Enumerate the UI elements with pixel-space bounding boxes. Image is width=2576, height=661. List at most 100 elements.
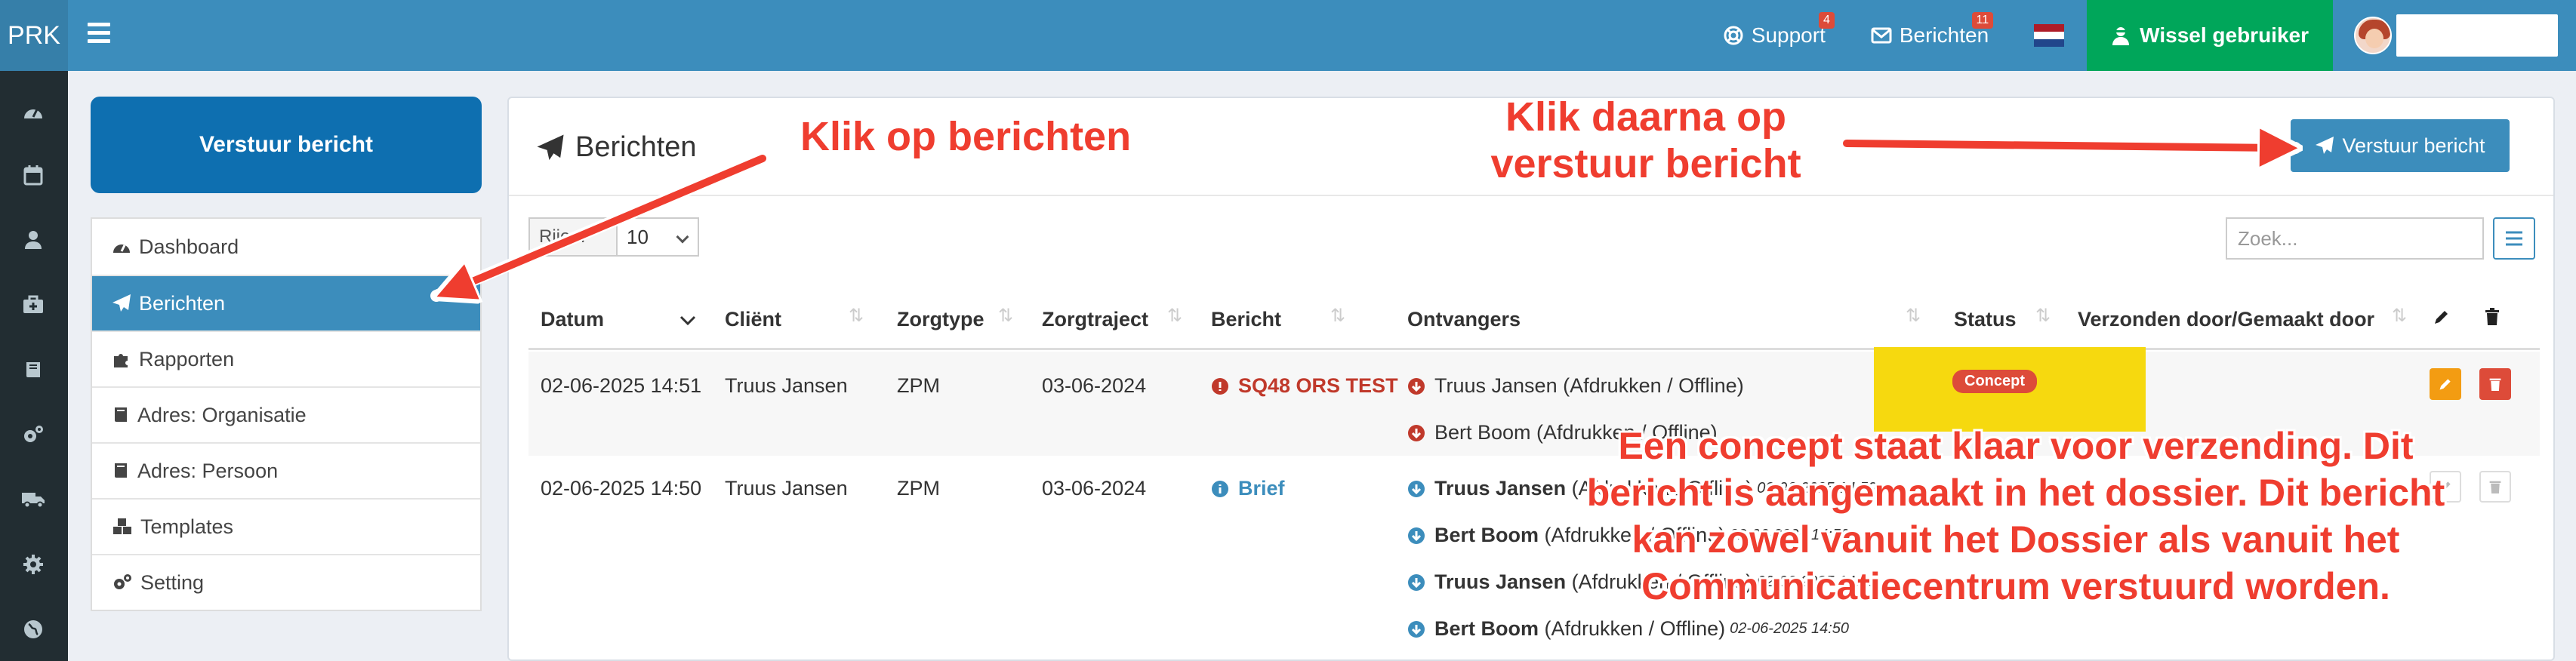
sidebar-menu: Dashboard Berichten Rapporten Adres: Org… — [91, 217, 482, 611]
messages-badge: 11 — [1971, 12, 1994, 29]
bericht-title: SQ48 ORS TEST — [1238, 374, 1398, 397]
column-header-zorgtraject[interactable]: Zorgtraject — [1042, 308, 1148, 331]
recipient-channel: (Afdrukken / Offline) — [1544, 617, 1726, 640]
calendar-icon[interactable] — [17, 158, 50, 192]
book-icon[interactable] — [17, 353, 50, 386]
arrow-down-circle-icon — [1408, 377, 1425, 395]
language-flag[interactable] — [2011, 0, 2087, 71]
cell-zorgtype: ZPM — [897, 477, 940, 500]
page-title-text: Berichten — [575, 131, 697, 163]
chevron-down-icon[interactable] — [679, 308, 696, 331]
cell-zorgtype: ZPM — [897, 374, 940, 397]
icon-sidebar — [0, 71, 68, 661]
cell-zorgtraject: 03-06-2024 — [1042, 477, 1147, 500]
rows-per-page-select[interactable]: 10 — [616, 217, 699, 257]
truck-icon[interactable] — [17, 483, 50, 516]
dashboard-icon[interactable] — [17, 95, 50, 128]
sidebar-item-label: Rapporten — [139, 347, 235, 370]
arrow-down-circle-icon — [1408, 620, 1425, 638]
edit-button[interactable] — [2430, 368, 2461, 400]
cogs-icon — [114, 574, 131, 589]
lifebuoy-icon — [1724, 26, 1743, 45]
top-navbar: PRK Support 4 Berichten 11 Wissel gebrui… — [0, 0, 2576, 71]
puzzle-icon — [114, 354, 128, 367]
menu-toggle-icon[interactable] — [88, 23, 110, 48]
messages-link[interactable]: Berichten 11 — [1848, 0, 2011, 71]
column-header-client[interactable]: Cliënt — [725, 308, 781, 331]
sidebar-item-setting[interactable]: Setting — [92, 554, 480, 610]
column-header-datum[interactable]: Datum — [541, 308, 604, 331]
sort-icon[interactable]: ⇅ — [2035, 305, 2051, 327]
support-label: Support — [1751, 23, 1826, 47]
sidebar-item-berichten[interactable]: Berichten — [92, 275, 480, 330]
send-message-big-button[interactable]: Verstuur bericht — [91, 97, 482, 193]
column-header-verzonden-door[interactable]: Verzonden door/Gemaakt door — [2078, 308, 2374, 331]
sort-icon[interactable]: ⇅ — [1330, 305, 1345, 327]
sidebar-item-dashboard[interactable]: Dashboard — [92, 219, 480, 275]
annotation-line: verstuur bericht — [1490, 141, 1801, 186]
gear-icon[interactable] — [17, 548, 50, 581]
brand-logo[interactable]: PRK — [0, 0, 68, 71]
delete-button[interactable] — [2479, 368, 2511, 400]
switch-user-button[interactable]: Wissel gebruiker — [2087, 0, 2333, 71]
column-header-ontvangers[interactable]: Ontvangers — [1407, 308, 1521, 331]
column-header-status[interactable]: Status — [1954, 308, 2017, 331]
search-input[interactable]: Zoek... — [2226, 217, 2484, 260]
globe-icon[interactable] — [17, 613, 50, 646]
sidebar-item-label: Templates — [140, 515, 234, 538]
trash-icon — [2484, 308, 2501, 331]
support-link[interactable]: Support 4 — [1700, 0, 1848, 71]
sidebar-item-adres-organisatie[interactable]: Adres: Organisatie — [92, 386, 480, 442]
column-header-bericht[interactable]: Bericht — [1211, 308, 1281, 331]
sidebar-item-label: Adres: Organisatie — [137, 403, 307, 426]
arrow-down-circle-icon — [1408, 424, 1425, 441]
arrow-down-circle-icon — [1408, 527, 1425, 544]
cubes-icon — [113, 518, 131, 534]
sidebar-item-rapporten[interactable]: Rapporten — [92, 330, 480, 386]
cell-bericht-link[interactable]: SQ48 ORS TEST — [1211, 374, 1398, 398]
cell-datum: 02-06-2025 14:50 — [541, 477, 702, 500]
user-menu[interactable] — [2333, 0, 2576, 71]
annotation-line: bericht is aangemaakt in het dossier. Di… — [1586, 472, 2445, 514]
user-icon[interactable] — [17, 223, 50, 257]
rows-value: 10 — [627, 226, 649, 248]
column-toggle-button[interactable] — [2493, 217, 2535, 260]
switch-user-label: Wissel gebruiker — [2140, 23, 2309, 47]
avatar — [2354, 17, 2392, 54]
list-icon — [2506, 231, 2522, 246]
status-badge: Concept — [1952, 370, 2037, 393]
cell-zorgtraject: 03-06-2024 — [1042, 374, 1147, 397]
recipient-item: Bert Boom (Afdrukken / Offline) 02-06-20… — [1407, 617, 1849, 641]
sort-icon[interactable]: ⇅ — [1167, 305, 1182, 327]
cell-bericht-link[interactable]: Brief — [1211, 477, 1285, 500]
sort-icon[interactable]: ⇅ — [849, 305, 864, 327]
cogs-icon[interactable] — [17, 418, 50, 451]
chevron-down-icon — [676, 230, 689, 244]
table-header: Datum Cliënt ⇅ Zorgtype ⇅ Zorgtraject ⇅ … — [528, 288, 2540, 350]
annotation-concept-explanation: Een concept staat klaar voor verzending.… — [1495, 423, 2537, 610]
sort-icon[interactable]: ⇅ — [998, 305, 1013, 327]
support-badge: 4 — [1818, 12, 1835, 29]
trash-icon — [2489, 378, 2501, 391]
cell-client: Truus Jansen — [725, 477, 848, 500]
recipient-name: Bert Boom — [1434, 617, 1539, 640]
arrow-down-circle-icon — [1408, 573, 1425, 591]
cell-datum: 02-06-2025 14:51 — [541, 374, 702, 397]
recipient-item: Truus Jansen (Afdrukken / Offline) — [1407, 374, 1744, 398]
dashboard-icon — [113, 244, 130, 253]
recipient-name: Truus Jansen (Afdrukken / Offline) — [1434, 374, 1744, 397]
annotation-line: Communicatiecentrum verstuurd worden. — [1641, 565, 2390, 607]
sort-icon[interactable]: ⇅ — [1906, 305, 1921, 327]
sidebar-item-adres-persoon[interactable]: Adres: Persoon — [92, 442, 480, 498]
paper-plane-icon — [112, 294, 131, 312]
column-header-zorgtype[interactable]: Zorgtype — [897, 308, 984, 331]
sidebar-item-templates[interactable]: Templates — [92, 498, 480, 554]
info-circle-icon — [1212, 480, 1228, 497]
medkit-icon[interactable] — [17, 288, 50, 321]
sort-icon[interactable]: ⇅ — [2392, 305, 2407, 327]
user-name-box — [2396, 14, 2558, 57]
book-icon — [115, 463, 127, 478]
envelope-icon — [1871, 27, 1892, 44]
recipient-time: 02-06-2025 14:50 — [1730, 620, 1850, 637]
send-message-button[interactable]: Verstuur bericht — [2291, 119, 2510, 172]
